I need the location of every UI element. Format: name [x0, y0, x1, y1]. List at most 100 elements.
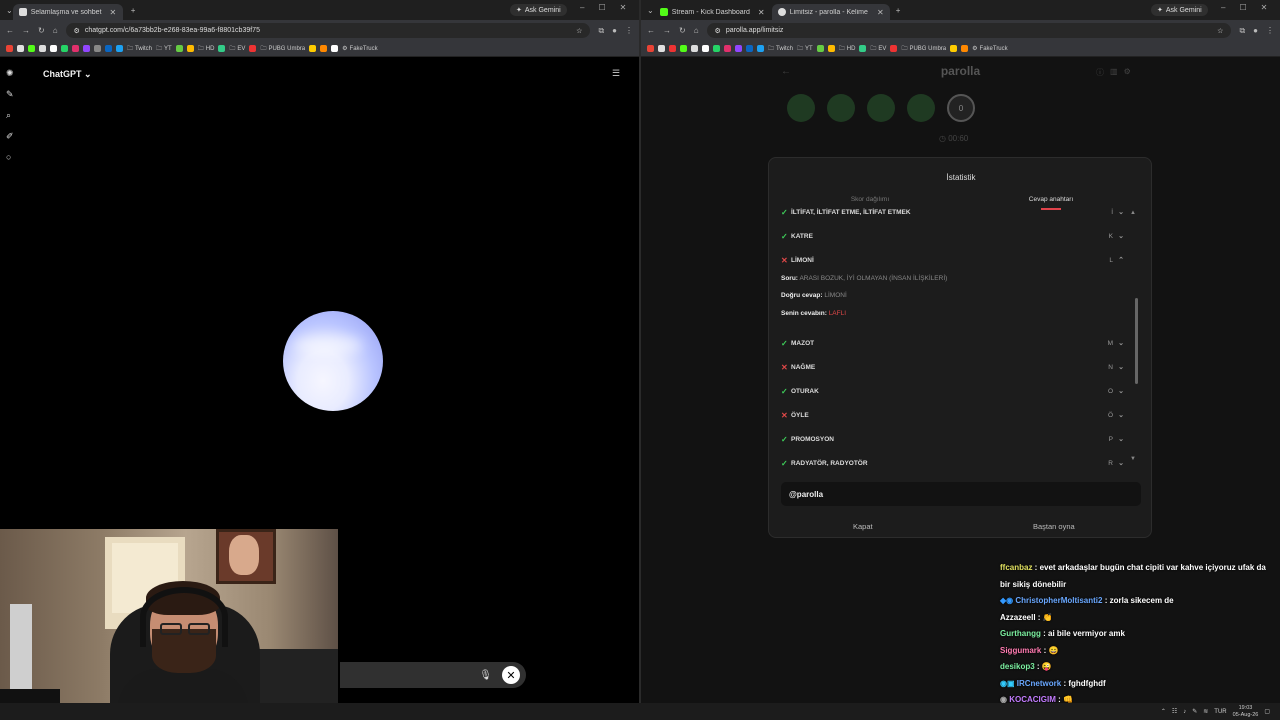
linkedin-bookmark-icon[interactable] — [105, 45, 112, 52]
close-tab-icon[interactable]: ✕ — [758, 8, 765, 17]
answer-row-expanded[interactable]: ✕ LİMONİ L ⌃ — [781, 253, 1129, 267]
instagram-bookmark-icon[interactable] — [72, 45, 79, 52]
home-icon[interactable]: ⌂ — [53, 26, 58, 35]
close-button[interactable]: Kapat — [853, 522, 873, 531]
bookmark-icon[interactable] — [249, 45, 257, 52]
answer-row[interactable]: ✓ PROMOSYON P ⌄ — [781, 432, 1129, 446]
x-bookmark-icon[interactable] — [50, 45, 57, 52]
bookmark-icon[interactable] — [735, 45, 742, 52]
gmail-bookmark-icon[interactable] — [647, 45, 654, 52]
bookmark-faketruck[interactable]: ⚙ FakeTruck — [342, 45, 378, 53]
bookmark-icon[interactable] — [94, 45, 101, 52]
new-tab-icon[interactable]: + — [896, 6, 901, 15]
chatgpt-logo-icon[interactable]: ✺ — [6, 68, 14, 79]
scroll-up-icon[interactable]: ▲ — [1130, 210, 1136, 216]
stats-icon[interactable]: ▥ — [1110, 67, 1118, 78]
bookmark-faketruck[interactable]: ⚙ FakeTruck — [972, 45, 1008, 53]
ask-gemini-button[interactable]: ✦ Ask Gemini — [510, 4, 567, 16]
restart-button[interactable]: Baştan oyna — [1033, 522, 1075, 531]
bookmark-icon[interactable] — [309, 45, 317, 52]
whatsapp-bookmark-icon[interactable] — [61, 45, 68, 52]
bookmark-folder-ev[interactable]: 🗀 EV — [870, 44, 886, 54]
minimize-icon[interactable]: – — [1221, 3, 1225, 12]
scrollbar-thumb[interactable] — [1135, 298, 1138, 384]
reload-icon[interactable]: ↻ — [38, 26, 45, 35]
tab-list-icon[interactable]: ⌄ — [6, 6, 13, 15]
bookmark-icon[interactable] — [17, 45, 24, 52]
bookmark-icon[interactable] — [83, 45, 90, 52]
ask-gemini-button[interactable]: ✦ Ask Gemini — [1151, 4, 1208, 16]
bookmark-icon[interactable] — [658, 45, 665, 52]
pen-icon[interactable]: ✎ — [1192, 708, 1197, 715]
profile-icon[interactable]: ● — [1253, 26, 1258, 35]
bookmark-folder-yt[interactable]: 🗀 YT — [797, 44, 813, 54]
maximize-icon[interactable]: ☐ — [1239, 3, 1246, 12]
tab-parolla[interactable]: Limitsiz - parolla - Kelime oyunu ✕ — [771, 4, 890, 20]
answer-row[interactable]: ✓ İLTİFAT, İLTİFAT ETME, İLTİFAT ETMEK İ ⌄ — [781, 205, 1129, 219]
bookmark-icon[interactable] — [757, 45, 764, 52]
bookmark-icon[interactable] — [669, 45, 676, 52]
bookmark-folder-twitch[interactable]: 🗀 Twitch — [768, 44, 793, 54]
bookmark-icon[interactable] — [320, 45, 328, 52]
new-tab-icon[interactable]: + — [131, 6, 136, 15]
extensions-icon[interactable]: ⧉ — [598, 26, 604, 36]
site-info-icon[interactable]: ⚙ — [74, 27, 80, 35]
bookmark-icon[interactable] — [331, 45, 339, 52]
bookmark-icon[interactable] — [816, 45, 824, 52]
voice-settings-icon[interactable]: ☰ — [612, 68, 620, 79]
wifi-icon[interactable]: ≋ — [1203, 708, 1208, 715]
model-selector[interactable]: ChatGPT ⌄ — [43, 69, 92, 80]
reload-icon[interactable]: ↻ — [679, 26, 686, 35]
close-window-icon[interactable]: ✕ — [620, 3, 627, 12]
bookmark-folder-hd[interactable]: 🗀 HD — [198, 44, 215, 54]
bookmark-folder-hd[interactable]: 🗀 HD — [839, 44, 856, 54]
answer-row[interactable]: ✕ ÖYLE Ö ⌄ — [781, 408, 1129, 422]
settings-icon[interactable]: ⚙ — [1124, 67, 1131, 78]
scroll-down-icon[interactable]: ▼ — [1130, 456, 1136, 462]
bookmark-icon[interactable] — [961, 45, 969, 52]
bookmark-icon[interactable] — [950, 45, 958, 52]
bookmark-folder-yt[interactable]: 🗀 YT — [156, 44, 172, 54]
menu-icon[interactable]: ⋮ — [1266, 26, 1274, 35]
menu-icon[interactable]: ⋮ — [625, 26, 633, 35]
language-indicator[interactable]: TUR — [1214, 709, 1226, 715]
back-icon[interactable]: ← — [6, 26, 14, 35]
bookmark-star-icon[interactable]: ☆ — [1217, 27, 1223, 35]
tab-chatgpt[interactable]: Selamlaşma ve sohbet ✕ — [12, 4, 123, 20]
kick-bookmark-icon[interactable] — [28, 45, 35, 52]
bookmark-star-icon[interactable]: ☆ — [576, 27, 582, 35]
microphone-icon[interactable]: 🎙 — [479, 670, 492, 681]
bookmark-icon[interactable] — [691, 45, 698, 52]
minimize-icon[interactable]: – — [580, 3, 584, 12]
answer-row[interactable]: ✓ RADYATÖR, RADYOTÖR R ⌄ — [781, 456, 1129, 470]
extensions-icon[interactable]: ⧉ — [1239, 26, 1245, 36]
answer-row[interactable]: ✓ KATRE K ⌄ — [781, 229, 1129, 243]
pin-icon[interactable]: ✐ — [6, 131, 14, 142]
profile-icon[interactable]: ● — [612, 26, 617, 35]
tab-kick-dashboard[interactable]: Stream - Kick Dashboard ✕ — [654, 4, 772, 20]
close-window-icon[interactable]: ✕ — [1261, 3, 1268, 12]
answer-row[interactable]: ✕ NAĞME N ⌄ — [781, 360, 1129, 374]
volume-icon[interactable]: ♪ — [1183, 709, 1186, 715]
bookmark-icon[interactable] — [890, 45, 898, 52]
forward-icon[interactable]: → — [22, 26, 30, 35]
linkedin-bookmark-icon[interactable] — [746, 45, 753, 52]
bookmark-icon[interactable] — [116, 45, 123, 52]
whatsapp-bookmark-icon[interactable] — [713, 45, 720, 52]
bookmark-folder-pubg[interactable]: 🗀 PUBG Umbra — [901, 44, 946, 54]
kick-bookmark-icon[interactable] — [680, 45, 687, 52]
address-bar[interactable]: ⚙ parolla.app/limitsiz ☆ — [706, 23, 1232, 38]
bookmark-icon[interactable] — [218, 45, 226, 52]
bookmark-folder-twitch[interactable]: 🗀 Twitch — [127, 44, 152, 54]
tab-list-icon[interactable]: ⌄ — [647, 6, 654, 15]
info-icon[interactable]: ⓘ — [1096, 67, 1104, 78]
home-icon[interactable]: ⌂ — [694, 26, 699, 35]
new-chat-icon[interactable]: ✎ — [6, 89, 14, 100]
forward-icon[interactable]: → — [663, 26, 671, 35]
instagram-bookmark-icon[interactable] — [724, 45, 731, 52]
bookmark-icon[interactable] — [827, 45, 835, 52]
close-voice-button[interactable]: ✕ — [502, 666, 520, 684]
gmail-bookmark-icon[interactable] — [6, 45, 13, 52]
network-icon[interactable]: ☷ — [1172, 708, 1177, 715]
clock[interactable]: 19:03 05-Aug-26 — [1233, 705, 1259, 719]
